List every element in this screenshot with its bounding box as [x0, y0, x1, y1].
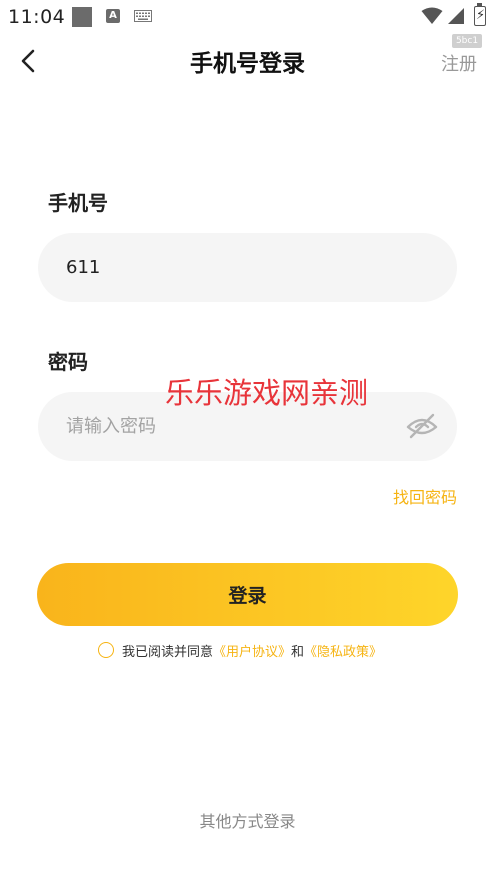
- battery-charging-icon: ⚡: [474, 3, 486, 26]
- other-login-link[interactable]: 其他方式登录: [0, 808, 495, 832]
- forgot-password-link[interactable]: 找回密码: [393, 484, 457, 508]
- notification-square-icon: [72, 7, 92, 27]
- password-label: 密码: [48, 350, 88, 374]
- agreement-row: 我已阅读并同意 《用户协议》 和 《隐私政策》: [98, 640, 382, 660]
- phone-input[interactable]: [66, 233, 406, 302]
- phone-input-box: [38, 233, 457, 302]
- wifi-icon: [421, 7, 443, 24]
- a-app-icon: A: [106, 9, 120, 23]
- signal-icon: [448, 8, 464, 24]
- agreement-prefix: 我已阅读并同意: [122, 644, 214, 660]
- status-time: 11:04: [8, 6, 66, 28]
- eye-off-icon[interactable]: [405, 412, 439, 440]
- phone-label: 手机号: [48, 191, 108, 215]
- agreement-checkbox[interactable]: [98, 642, 114, 658]
- user-agreement-link[interactable]: 《用户协议》: [213, 641, 291, 660]
- agreement-conjunction: 和: [291, 644, 305, 660]
- status-bar: 11:04 A ⚡ 5bc1: [0, 0, 495, 48]
- register-link[interactable]: 注册: [441, 50, 477, 76]
- login-button[interactable]: 登录: [37, 563, 458, 626]
- keyboard-icon: [134, 10, 152, 22]
- watermark-text: 乐乐游戏网亲测: [165, 376, 369, 410]
- page-title: 手机号登录: [190, 51, 305, 77]
- privacy-policy-link[interactable]: 《隐私政策》: [304, 641, 382, 660]
